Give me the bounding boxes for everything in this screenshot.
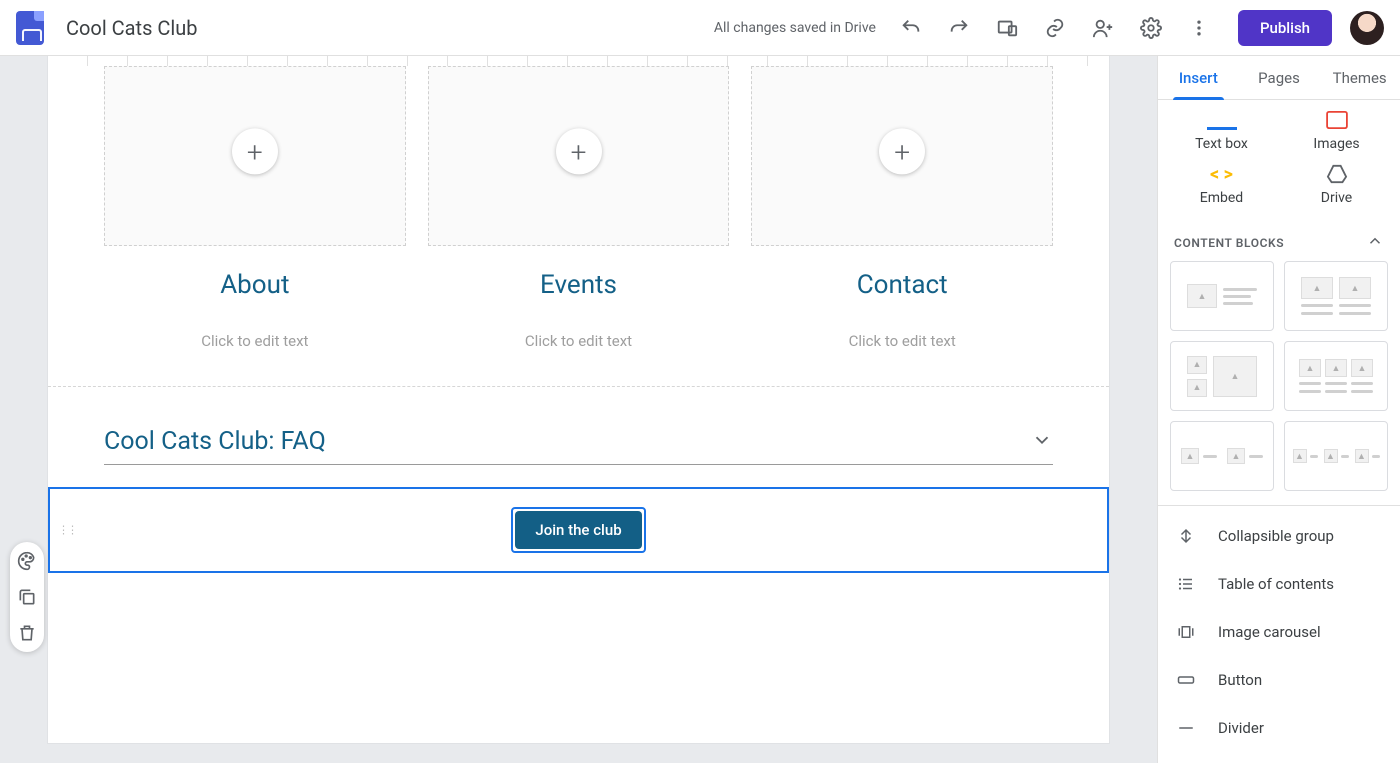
person-add-icon[interactable] <box>1092 17 1114 39</box>
trash-icon[interactable] <box>16 622 38 644</box>
preview-icon[interactable] <box>996 17 1018 39</box>
column-title[interactable]: About <box>220 270 289 300</box>
insert-list-label: Button <box>1218 671 1262 689</box>
insert-button[interactable]: Button <box>1158 656 1400 704</box>
sidebar-tabs: Insert Pages Themes <box>1158 56 1400 100</box>
column-about[interactable]: + About Click to edit text <box>104 66 406 350</box>
image-placeholder[interactable]: + <box>751 66 1053 246</box>
tab-themes[interactable]: Themes <box>1319 56 1400 99</box>
column-title[interactable]: Events <box>540 270 617 300</box>
section-tools <box>10 542 44 652</box>
tab-pages[interactable]: Pages <box>1239 56 1320 99</box>
image-placeholder[interactable]: + <box>104 66 406 246</box>
cta-selection-frame: Join the club <box>511 507 645 553</box>
embed-icon: < > <box>1208 164 1236 184</box>
palette-icon[interactable] <box>16 550 38 572</box>
more-vert-icon[interactable] <box>1188 17 1210 39</box>
content-columns: + About Click to edit text + Events Clic… <box>48 66 1109 350</box>
link-icon[interactable] <box>1044 17 1066 39</box>
insert-textbox[interactable]: Text box <box>1164 104 1279 158</box>
section-divider <box>48 386 1109 387</box>
right-sidebar: Insert Pages Themes Text box Images < > … <box>1157 56 1400 763</box>
undo-icon[interactable] <box>900 17 922 39</box>
header-toolbar <box>900 17 1210 39</box>
carousel-icon <box>1176 622 1196 642</box>
chevron-down-icon[interactable] <box>1031 429 1053 455</box>
content-blocks-grid <box>1158 261 1400 505</box>
insert-image-carousel[interactable]: Image carousel <box>1158 608 1400 656</box>
insert-list-label: Divider <box>1218 719 1264 737</box>
canvas-area: + About Click to edit text + Events Clic… <box>0 56 1157 763</box>
column-text-placeholder[interactable]: Click to edit text <box>525 332 632 350</box>
button-icon <box>1176 670 1196 690</box>
content-blocks-label: CONTENT BLOCKS <box>1174 236 1284 250</box>
insert-drive[interactable]: Drive <box>1279 158 1394 212</box>
collapsible-icon <box>1176 526 1196 546</box>
insert-collapsible-group[interactable]: Collapsible group <box>1158 512 1400 560</box>
add-image-button[interactable]: + <box>232 128 278 174</box>
insert-list-label: Collapsible group <box>1218 527 1334 545</box>
insert-label: Images <box>1313 136 1359 152</box>
column-events[interactable]: + Events Click to edit text <box>428 66 730 350</box>
insert-list-label: Table of contents <box>1218 575 1334 593</box>
content-block-thumb[interactable] <box>1170 421 1274 491</box>
page-canvas[interactable]: + About Click to edit text + Events Clic… <box>48 56 1109 743</box>
app-header: Cool Cats Club All changes saved in Driv… <box>0 0 1400 56</box>
insert-divider[interactable]: Divider <box>1158 704 1400 752</box>
workspace: + About Click to edit text + Events Clic… <box>0 56 1400 763</box>
column-text-placeholder[interactable]: Click to edit text <box>849 332 956 350</box>
publish-button[interactable]: Publish <box>1238 10 1332 46</box>
insert-icon-grid: Text box Images < > Embed Drive <box>1158 100 1400 226</box>
insert-images[interactable]: Images <box>1279 104 1394 158</box>
images-icon <box>1323 110 1351 130</box>
column-contact[interactable]: + Contact Click to edit text <box>751 66 1053 350</box>
image-placeholder[interactable]: + <box>428 66 730 246</box>
content-block-thumb[interactable] <box>1284 341 1388 411</box>
user-avatar[interactable] <box>1350 11 1384 45</box>
insert-table-of-contents[interactable]: Table of contents <box>1158 560 1400 608</box>
content-block-thumb[interactable] <box>1170 341 1274 411</box>
divider-icon <box>1176 718 1196 738</box>
toc-icon <box>1176 574 1196 594</box>
content-blocks-header: CONTENT BLOCKS <box>1158 226 1400 261</box>
insert-list-label: Image carousel <box>1218 623 1321 641</box>
insert-list: Collapsible group Table of contents Imag… <box>1158 505 1400 752</box>
insert-label: Drive <box>1321 190 1352 206</box>
join-club-button[interactable]: Join the club <box>515 511 641 549</box>
content-block-thumb[interactable] <box>1284 421 1388 491</box>
document-title[interactable]: Cool Cats Club <box>66 16 198 40</box>
duplicate-icon[interactable] <box>16 586 38 608</box>
add-image-button[interactable]: + <box>879 128 925 174</box>
drive-icon <box>1323 164 1351 184</box>
add-image-button[interactable]: + <box>556 128 602 174</box>
textbox-icon <box>1207 110 1237 130</box>
faq-collapsible[interactable]: Cool Cats Club: FAQ <box>104 427 1053 465</box>
ruler <box>48 56 1109 66</box>
insert-label: Text box <box>1195 136 1248 152</box>
save-status: All changes saved in Drive <box>714 20 876 36</box>
insert-embed[interactable]: < > Embed <box>1164 158 1279 212</box>
column-text-placeholder[interactable]: Click to edit text <box>201 332 308 350</box>
gear-icon[interactable] <box>1140 17 1162 39</box>
tab-insert[interactable]: Insert <box>1158 56 1239 99</box>
chevron-up-icon[interactable] <box>1366 232 1384 253</box>
insert-label: Embed <box>1200 190 1243 206</box>
content-block-thumb[interactable] <box>1170 261 1274 331</box>
app-logo-icon[interactable] <box>16 11 44 45</box>
redo-icon[interactable] <box>948 17 970 39</box>
faq-title[interactable]: Cool Cats Club: FAQ <box>104 427 326 456</box>
content-block-thumb[interactable] <box>1284 261 1388 331</box>
button-section-selected[interactable]: Join the club <box>48 487 1109 573</box>
column-title[interactable]: Contact <box>857 270 948 300</box>
